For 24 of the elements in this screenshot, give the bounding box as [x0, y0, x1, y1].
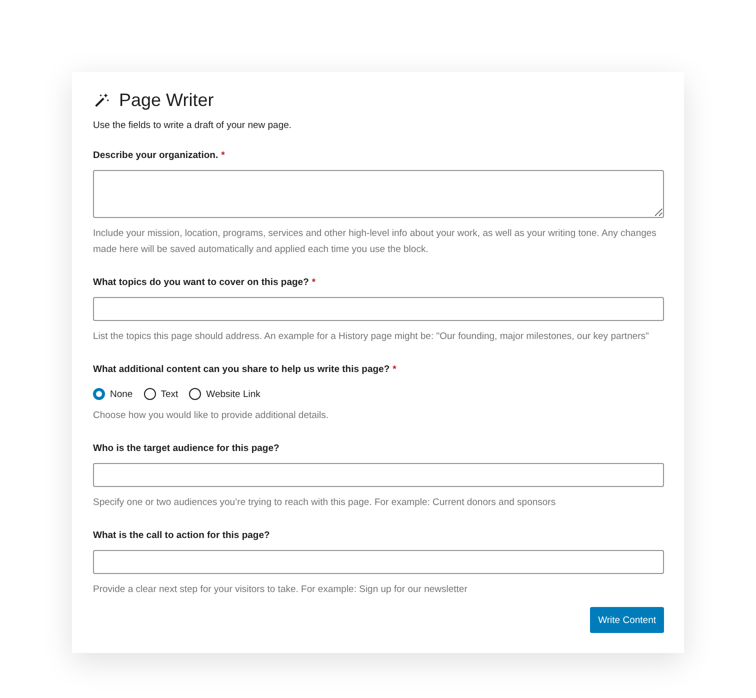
help-text: List the topics this page should address. An example for a History page might be: "Our founding, major milestones, our key partners" — [93, 330, 650, 344]
text-area[interactable] — [93, 170, 664, 218]
radio-icon[interactable] — [144, 388, 156, 400]
radio-option[interactable]: None — [93, 388, 133, 400]
radio-option[interactable]: Website Link — [189, 388, 260, 400]
help-text: Include your mission, location, programs, services and other high-level info about your work, as well as your writing tone. Any changes made here will be saved automatically and applied each time you use the block. — [93, 227, 658, 257]
write-content-button[interactable]: Write Content — [590, 607, 664, 633]
text-field[interactable] — [93, 550, 664, 574]
field-label: Describe your organization. * — [93, 150, 226, 161]
help-text: Choose how you would like to provide additional details. — [93, 409, 330, 423]
radio-option[interactable]: Text — [144, 388, 178, 400]
field-label: What additional content can you share to help us write this page? * — [93, 364, 398, 375]
page-title: Page Writer — [119, 90, 214, 111]
radio-icon[interactable] — [189, 388, 202, 400]
field-label: Who is the target audience for this page? — [93, 443, 280, 454]
field-label: What is the call to action for this page? — [93, 530, 271, 541]
field-label: What topics do you want to cover on this page? * — [93, 277, 317, 288]
help-text: Provide a clear next step for your visitors to take. For example: Sign up for our newsletter — [93, 583, 468, 597]
subtitle: Use the fields to write a draft of your new page. — [93, 120, 293, 131]
magic-wand-icon — [93, 92, 110, 109]
radio-icon[interactable] — [93, 388, 105, 400]
text-field[interactable] — [93, 463, 664, 487]
help-text: Specify one or two audiences you’re trying to reach with this page. For example: Current donors and sponsors — [93, 496, 557, 510]
text-field[interactable] — [93, 297, 664, 321]
